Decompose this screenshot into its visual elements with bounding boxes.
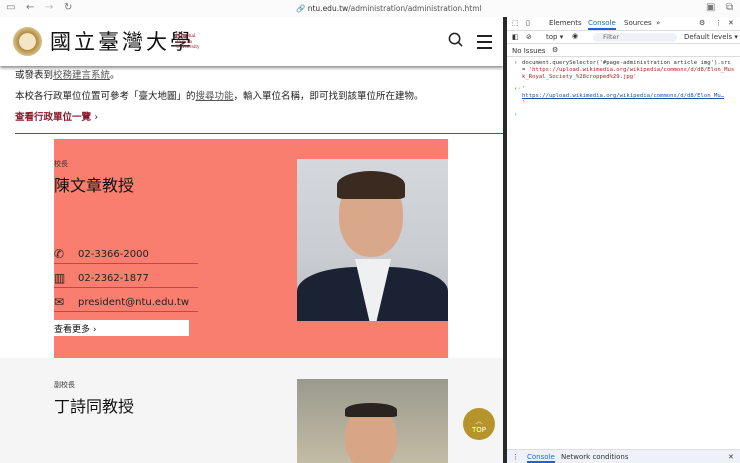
text: 本校各行政單位位置可參考「臺大地圖」的	[15, 91, 196, 102]
role-label: 校長	[54, 160, 68, 168]
hamburger-menu-icon[interactable]	[477, 35, 492, 53]
drawer-tab-network-conditions[interactable]: Network conditions	[561, 453, 628, 461]
console-output: › document.querySelector('#page-administr…	[514, 60, 737, 119]
gear-icon[interactable]: ⚙	[552, 46, 558, 54]
feedback-text: 或發表到校務建言系統。	[15, 67, 120, 81]
logo-chinese[interactable]: 國立臺灣大學	[50, 26, 194, 56]
devtools-tabs: ⬚ ▯ Elements Console Sources » ⚙ ⋮ ✕	[507, 17, 740, 31]
phone-icon: ✆	[54, 247, 65, 261]
phone-number[interactable]: 02-3366-2000	[78, 249, 149, 260]
units-list-link[interactable]: 查看行政單位一覽 ›	[15, 109, 98, 123]
devtools-panel: ⬚ ▯ Elements Console Sources » ⚙ ⋮ ✕ ◧ ⊘…	[507, 17, 740, 463]
context-value: top	[546, 33, 558, 41]
view-more-button[interactable]: 查看更多 ›	[54, 320, 189, 336]
devtools-drawer: ⋮ Console Network conditions ✕	[507, 449, 740, 463]
prompt-icon: ›	[514, 60, 518, 66]
tab-console[interactable]: Console	[588, 19, 616, 30]
mail-icon: ✉	[54, 295, 65, 309]
email-link[interactable]: president@ntu.edu.tw	[78, 297, 189, 308]
vice-president-section: 副校長 丁詩同教授	[0, 358, 503, 463]
site-header: 國立臺灣大學 National Taiwan University	[0, 17, 503, 66]
text: 或發表到	[15, 70, 54, 81]
url-host: ntu.edu.tw	[307, 4, 349, 13]
drawer-menu-icon[interactable]: ⋮	[512, 453, 519, 461]
back-to-top-button[interactable]: ︿ TOP	[463, 408, 495, 440]
feedback-system-link[interactable]: 校務建言系統	[53, 70, 110, 81]
search-icon[interactable]	[448, 32, 463, 47]
text: ，輸入單位名稱，即可找到該單位所在建物。	[233, 91, 424, 102]
filter-placeholder: Filter	[603, 33, 620, 41]
sidebar-toggle-icon[interactable]: ▭	[6, 2, 15, 13]
text: 。	[110, 70, 120, 81]
result-arrow-icon: ‹·	[514, 86, 521, 92]
tab-sources[interactable]: Sources	[624, 19, 652, 27]
tabs-icon[interactable]: ⧉	[726, 2, 733, 13]
chevron-up-icon: ︿	[475, 417, 483, 425]
vice-president-photo	[297, 379, 448, 463]
role-label: 副校長	[54, 381, 75, 389]
levels-value: Default levels	[684, 33, 733, 41]
result-link[interactable]: https://upload.wikimedia.org/wikipedia/c…	[522, 93, 724, 99]
phone-row: ✆ 02-3366-2000	[54, 247, 198, 264]
view-more-label: 查看更多	[54, 325, 91, 335]
fax-row: ▥ 02-2362-1877	[54, 271, 198, 288]
console-input-entry: › document.querySelector('#page-administr…	[514, 60, 737, 81]
tab-elements[interactable]: Elements	[549, 19, 582, 27]
address-bar[interactable]: 🔗 ntu.edu.tw/administration/administrati…	[296, 4, 482, 13]
chevron-right-icon: ›	[94, 112, 99, 123]
top-label: TOP	[471, 426, 486, 434]
url-path: /administration/administration.html	[348, 4, 482, 13]
logo-en-line: University	[176, 45, 200, 50]
drawer-tab-console[interactable]: Console	[527, 453, 555, 463]
clear-console-icon[interactable]: ⊘	[526, 33, 532, 41]
sidebar-icon[interactable]: ◧	[512, 33, 519, 41]
person-name: 丁詩同教授	[54, 397, 135, 416]
share-icon[interactable]: ▣	[706, 2, 715, 13]
more-tabs-icon[interactable]: »	[656, 19, 660, 27]
fax-icon: ▥	[54, 271, 66, 285]
console-toolbar: ◧ ⊘ top ▾ ◉ Filter Default levels ▾	[507, 31, 740, 44]
issues-bar: No Issues ⚙	[507, 44, 740, 57]
levels-select[interactable]: Default levels ▾	[684, 33, 738, 41]
web-page: 國立臺灣大學 National Taiwan University 或發表到校務…	[0, 17, 503, 463]
more-options-icon[interactable]: ⋮	[715, 19, 722, 27]
issues-label: No Issues	[512, 47, 546, 55]
close-icon[interactable]: ✕	[728, 19, 734, 27]
eye-icon[interactable]: ◉	[572, 32, 578, 40]
device-toolbar-icon[interactable]: ▯	[526, 19, 530, 27]
map-search-link[interactable]: 搜尋功能	[196, 91, 234, 102]
back-icon[interactable]: ←	[26, 2, 34, 13]
president-card: 校長 陳文章教授 ✆ 02-3366-2000 ▥ 02-2362-1877 ✉ pr…	[54, 139, 448, 358]
units-link-label: 查看行政單位一覽	[15, 112, 92, 123]
console-result-entry: ‹· ' https://upload.wikimedia.org/wikipedi…	[514, 86, 725, 106]
fax-number: 02-2362-1877	[78, 273, 149, 284]
university-seal-logo[interactable]	[13, 27, 42, 56]
forward-icon[interactable]: →	[45, 2, 53, 13]
command-string: 'https://upload.wikimedia.org/wikipedia/…	[522, 67, 735, 80]
divider	[15, 133, 503, 134]
reload-icon[interactable]: ↻	[64, 2, 72, 13]
close-drawer-icon[interactable]: ✕	[728, 453, 734, 461]
map-text: 本校各行政單位位置可參考「臺大地圖」的搜尋功能，輸入單位名稱，即可找到該單位所在…	[15, 88, 424, 102]
context-select[interactable]: top ▾	[546, 33, 563, 41]
email-row: ✉ president@ntu.edu.tw	[54, 295, 198, 312]
console-prompt[interactable]: ›	[514, 112, 737, 119]
chevron-right-icon: ›	[92, 325, 97, 335]
president-photo	[297, 159, 448, 321]
settings-icon[interactable]: ⚙	[699, 19, 705, 27]
filter-input[interactable]: Filter	[593, 33, 677, 42]
logo-english: National Taiwan University	[176, 34, 200, 51]
person-name: 陳文章教授	[54, 176, 135, 195]
inspect-icon[interactable]: ⬚	[512, 19, 519, 27]
browser-toolbar: ▭ ← → ↻ 🔗 ntu.edu.tw/administration/admi…	[0, 0, 740, 17]
